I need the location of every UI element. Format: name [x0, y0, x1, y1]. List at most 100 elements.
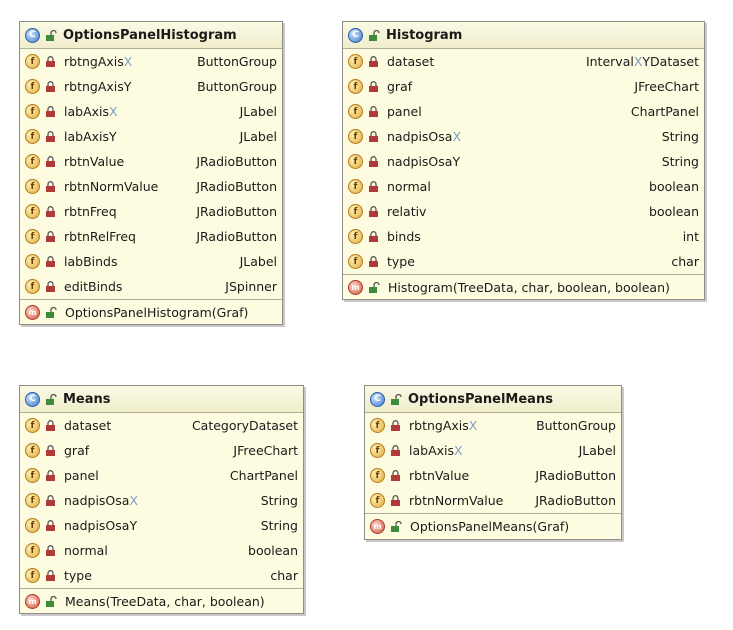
method-row[interactable]: m Histogram(TreeData, char, boolean, bool…	[343, 275, 704, 300]
field-row[interactable]: f rbtnNormValue JRadioButton	[20, 174, 282, 199]
field-type: String	[661, 154, 699, 169]
private-lock-icon	[46, 56, 55, 67]
private-lock-icon	[46, 281, 55, 292]
field-row[interactable]: f normal boolean	[343, 174, 704, 199]
public-unlocked-icon	[391, 393, 402, 405]
private-lock-icon	[391, 470, 400, 481]
public-unlocked-icon	[391, 521, 402, 532]
methods-compartment: m OptionsPanelMeans(Graf)	[365, 513, 621, 539]
field-row[interactable]: f rbtnNormValue JRadioButton	[365, 488, 621, 513]
field-icon: f	[25, 154, 40, 169]
method-icon: m	[25, 305, 40, 320]
public-unlocked-icon	[46, 596, 57, 607]
field-icon: f	[25, 518, 40, 533]
field-row[interactable]: f labAxisX JLabel	[20, 99, 282, 124]
field-name: graf	[387, 79, 413, 94]
field-type: JLabel	[239, 104, 277, 119]
field-row[interactable]: f rbtngAxisY ButtonGroup	[20, 74, 282, 99]
field-type: int	[682, 229, 699, 244]
private-lock-icon	[369, 256, 378, 267]
field-row[interactable]: f graf JFreeChart	[20, 438, 303, 463]
field-type: JRadioButton	[196, 229, 277, 244]
field-name: dataset	[387, 54, 435, 69]
private-lock-icon	[46, 495, 55, 506]
field-type: char	[270, 568, 298, 583]
field-row[interactable]: f nadpisOsaX String	[20, 488, 303, 513]
class-header: C OptionsPanelMeans	[365, 386, 621, 413]
field-row[interactable]: f relativ boolean	[343, 199, 704, 224]
field-row[interactable]: f labAxisY JLabel	[20, 124, 282, 149]
class-icon: C	[370, 391, 385, 407]
field-row[interactable]: f labAxisX JLabel	[365, 438, 621, 463]
field-icon: f	[25, 468, 40, 483]
private-lock-icon	[369, 106, 378, 117]
field-row[interactable]: f graf JFreeChart	[343, 74, 704, 99]
class-icon: C	[25, 27, 40, 43]
field-name: nadpisOsaY	[387, 154, 461, 169]
public-unlocked-icon	[46, 29, 57, 41]
field-row[interactable]: f labBinds JLabel	[20, 249, 282, 274]
field-name: labAxisX	[409, 443, 463, 458]
class-box-means[interactable]: C Means f dataset CategoryDataset f graf JFr…	[19, 385, 304, 614]
field-icon: f	[348, 229, 363, 244]
field-row[interactable]: f nadpisOsaY String	[343, 149, 704, 174]
field-row[interactable]: f type char	[20, 563, 303, 588]
methods-compartment: m Histogram(TreeData, char, boolean, bool…	[343, 274, 704, 300]
class-name: Histogram	[386, 27, 463, 43]
field-type: ButtonGroup	[536, 418, 616, 433]
field-row[interactable]: f rbtnValue JRadioButton	[365, 463, 621, 488]
method-row[interactable]: m OptionsPanelMeans(Graf)	[365, 514, 621, 539]
field-name: rbtngAxisX	[64, 54, 133, 69]
field-row[interactable]: f panel ChartPanel	[343, 99, 704, 124]
field-name: rbtnNormValue	[64, 179, 159, 194]
method-signature: Means(TreeData, char, boolean)	[65, 594, 265, 609]
method-icon: m	[348, 280, 363, 295]
field-icon: f	[370, 468, 385, 483]
field-row[interactable]: f rbtngAxisX ButtonGroup	[365, 413, 621, 438]
method-signature: Histogram(TreeData, char, boolean, boole…	[388, 280, 670, 295]
field-row[interactable]: f type char	[343, 249, 704, 274]
private-lock-icon	[46, 131, 55, 142]
field-type: JLabel	[239, 254, 277, 269]
field-row[interactable]: f rbtnFreq JRadioButton	[20, 199, 282, 224]
field-row[interactable]: f dataset CategoryDataset	[20, 413, 303, 438]
field-row[interactable]: f nadpisOsaX String	[343, 124, 704, 149]
method-row[interactable]: m Means(TreeData, char, boolean)	[20, 589, 303, 614]
field-row[interactable]: f nadpisOsaY String	[20, 513, 303, 538]
fields-compartment: f rbtngAxisX ButtonGroup f rbtngAxisY Button…	[20, 49, 282, 299]
field-type: String	[661, 129, 699, 144]
method-row[interactable]: m OptionsPanelHistogram(Graf)	[20, 300, 282, 325]
field-name: normal	[64, 543, 108, 558]
fields-compartment: f dataset CategoryDataset f graf JFreeChart …	[20, 413, 303, 588]
field-name: type	[64, 568, 92, 583]
field-type: JRadioButton	[196, 179, 277, 194]
field-name: panel	[387, 104, 422, 119]
field-row[interactable]: f editBinds JSpinner	[20, 274, 282, 299]
field-type: ChartPanel	[229, 468, 298, 483]
field-name: binds	[387, 229, 421, 244]
class-box-options-panel-histogram[interactable]: C OptionsPanelHistogram f rbtngAxisX Butto…	[19, 21, 283, 325]
field-row[interactable]: f normal boolean	[20, 538, 303, 563]
field-icon: f	[25, 568, 40, 583]
private-lock-icon	[369, 206, 378, 217]
field-type: JSpinner	[225, 279, 277, 294]
class-name: OptionsPanelHistogram	[63, 27, 237, 43]
method-signature: OptionsPanelMeans(Graf)	[410, 519, 570, 534]
field-row[interactable]: f rbtnRelFreq JRadioButton	[20, 224, 282, 249]
public-unlocked-icon	[46, 393, 57, 405]
fields-compartment: f dataset IntervalXYDataset f graf JFreeChar…	[343, 49, 704, 274]
field-type: String	[260, 493, 298, 508]
field-type: JLabel	[578, 443, 616, 458]
private-lock-icon	[46, 106, 55, 117]
field-type: ButtonGroup	[197, 79, 277, 94]
class-box-options-panel-means[interactable]: C OptionsPanelMeans f rbtngAxisX ButtonGro…	[364, 385, 622, 540]
field-name: relativ	[387, 204, 427, 219]
field-row[interactable]: f rbtnValue JRadioButton	[20, 149, 282, 174]
field-row[interactable]: f panel ChartPanel	[20, 463, 303, 488]
private-lock-icon	[369, 56, 378, 67]
class-box-histogram[interactable]: C Histogram f dataset IntervalXYDataset f g…	[342, 21, 705, 300]
field-row[interactable]: f binds int	[343, 224, 704, 249]
field-row[interactable]: f rbtngAxisX ButtonGroup	[20, 49, 282, 74]
field-row[interactable]: f dataset IntervalXYDataset	[343, 49, 704, 74]
field-name: labAxisX	[64, 104, 118, 119]
